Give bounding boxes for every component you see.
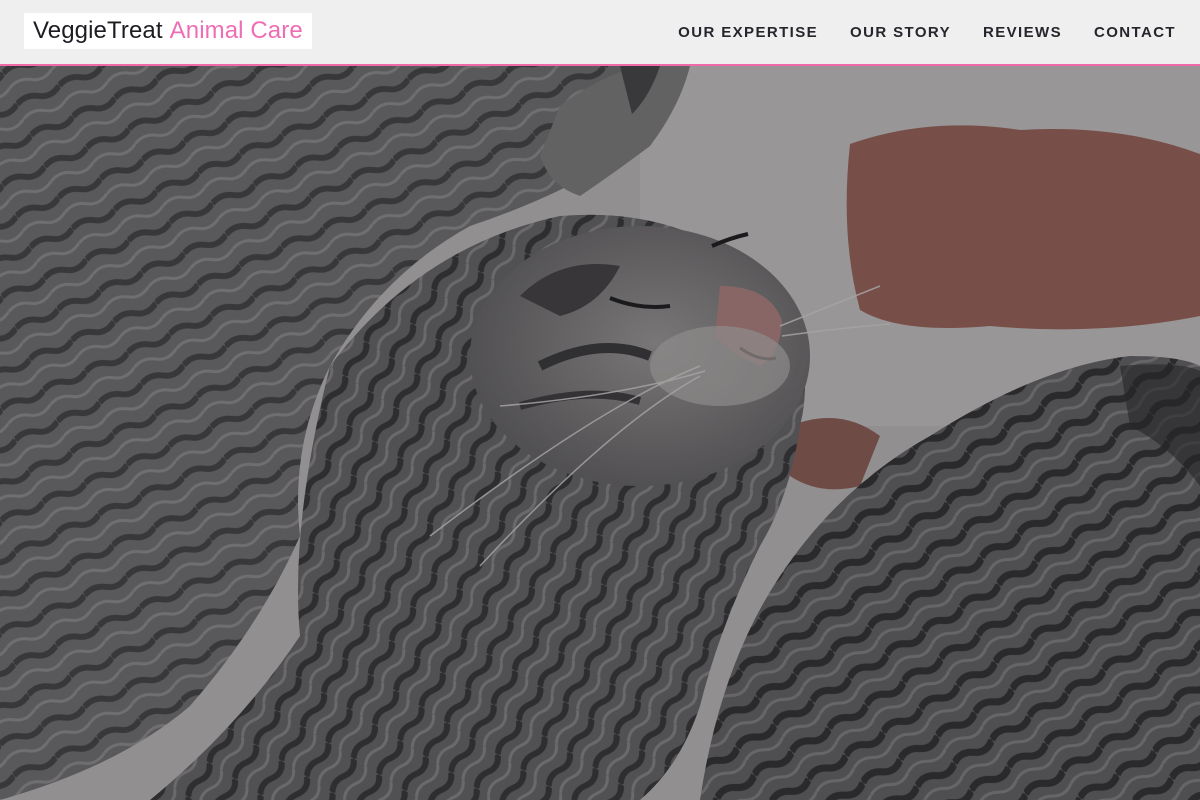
main-nav: OUR EXPERTISE OUR STORY REVIEWS CONTACT bbox=[678, 0, 1176, 64]
brick-patch bbox=[846, 125, 1200, 330]
nav-link-our-expertise[interactable]: OUR EXPERTISE bbox=[678, 24, 818, 41]
hero-section bbox=[0, 66, 1200, 800]
nav-link-our-story[interactable]: OUR STORY bbox=[850, 24, 951, 41]
brand-logo[interactable]: VeggieTreat Animal Care bbox=[24, 13, 312, 49]
page: VeggieTreat Animal Care OUR EXPERTISE OU… bbox=[0, 0, 1200, 800]
brand-name: VeggieTreat bbox=[33, 17, 163, 44]
hero-image-cats bbox=[0, 66, 1200, 800]
nav-link-reviews[interactable]: REVIEWS bbox=[983, 24, 1062, 41]
brand-accent: Animal Care bbox=[169, 17, 303, 44]
site-header: VeggieTreat Animal Care OUR EXPERTISE OU… bbox=[0, 0, 1200, 66]
nav-link-contact[interactable]: CONTACT bbox=[1094, 24, 1176, 41]
